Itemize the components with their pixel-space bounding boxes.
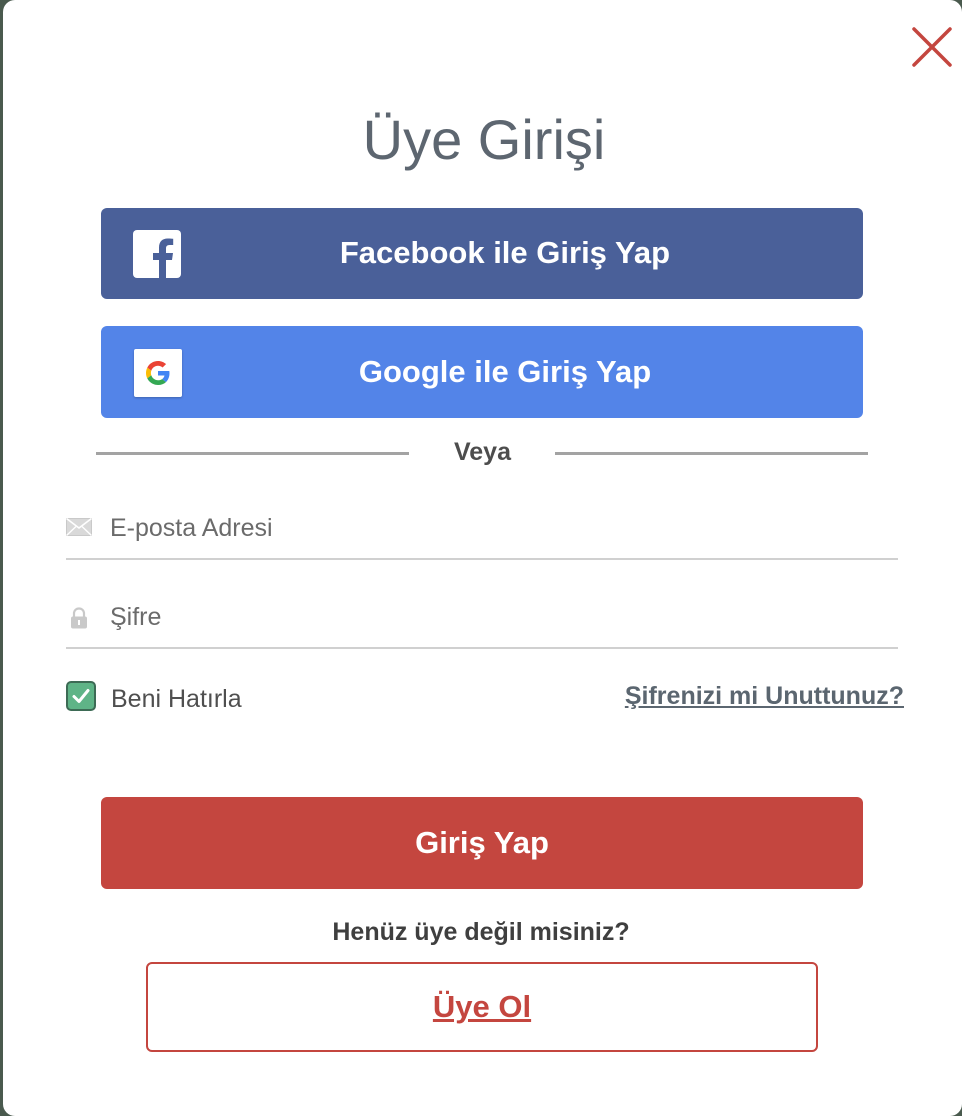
remember-me-label[interactable]: Beni Hatırla <box>111 685 242 714</box>
modal-title: Üye Girişi <box>362 108 606 171</box>
close-button[interactable] <box>911 26 953 68</box>
close-icon <box>912 27 952 67</box>
signup-button[interactable]: Üye Ol <box>146 962 818 1052</box>
google-login-button[interactable]: Google ile Giriş Yap <box>101 326 863 418</box>
divider-text: Veya <box>453 438 511 466</box>
password-field-wrapper <box>66 587 898 649</box>
login-button[interactable]: Giriş Yap <box>101 797 863 889</box>
divider-left <box>96 452 409 455</box>
lock-icon <box>71 607 87 629</box>
divider-right <box>555 452 868 455</box>
signup-prompt: Henüz üye değil misiniz? <box>332 918 630 946</box>
facebook-login-label: Facebook ile Giriş Yap <box>339 235 671 270</box>
email-input[interactable] <box>110 508 870 548</box>
password-input[interactable] <box>110 597 870 637</box>
forgot-password-link[interactable]: Şifrenizi mi Unuttunuz? <box>625 682 904 711</box>
google-login-label: Google ile Giriş Yap <box>358 354 652 389</box>
remember-me-checkbox[interactable] <box>66 681 96 711</box>
email-field-wrapper <box>66 498 898 560</box>
facebook-login-button[interactable]: Facebook ile Giriş Yap <box>101 208 863 299</box>
envelope-icon <box>66 518 92 536</box>
checkmark-icon <box>72 689 90 703</box>
